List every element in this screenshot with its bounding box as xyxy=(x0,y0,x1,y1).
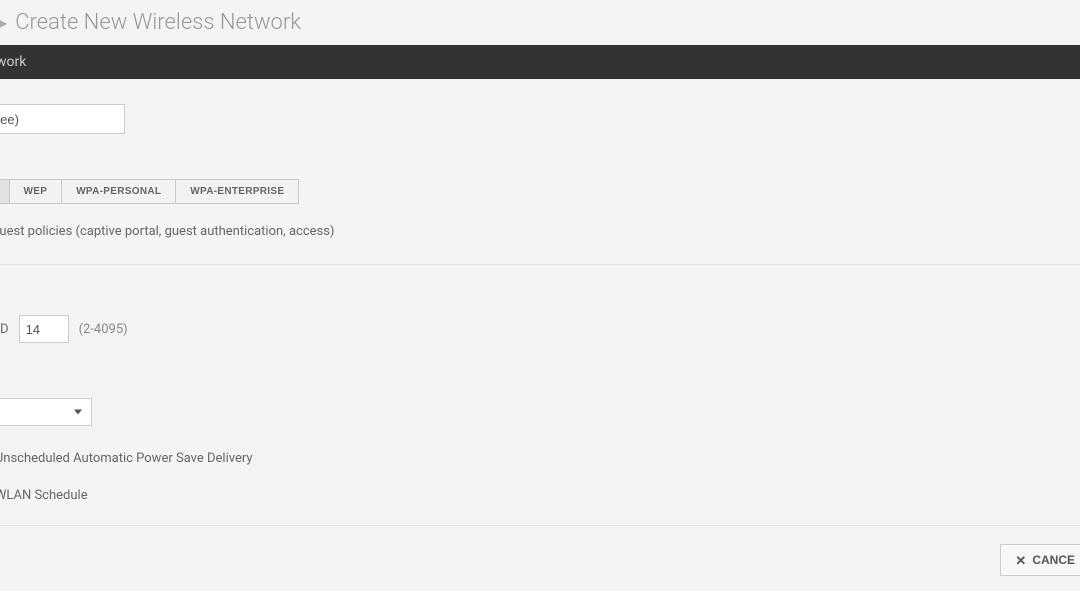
ssid-field-row xyxy=(0,104,1080,134)
security-tab-wpa-personal[interactable]: WPA-PERSONAL xyxy=(61,179,176,204)
vlan-id-input[interactable] xyxy=(19,315,69,343)
security-tabs: EN WEP WPA-PERSONAL WPA-ENTERPRISE xyxy=(0,179,299,204)
user-group-select[interactable]: ult xyxy=(0,398,92,426)
guest-policy-row: pply guest policies (captive portal, gue… xyxy=(0,224,1080,239)
vlan-range-hint: (2-4095) xyxy=(79,322,128,337)
chevron-right-icon: ▶ xyxy=(0,16,7,30)
guest-policy-label: pply guest policies (captive portal, gue… xyxy=(0,224,334,239)
vlan-label: e VLAN ID xyxy=(0,322,9,337)
footer-buttons: ✕ CANCE xyxy=(0,544,1080,576)
security-tab-wep[interactable]: WEP xyxy=(9,179,63,204)
divider xyxy=(0,264,1080,265)
section-header: Network xyxy=(0,45,1080,79)
breadcrumb: rks ▶ Create New Wireless Network xyxy=(0,0,1080,45)
wlan-schedule-option-label: nable WLAN Schedule xyxy=(0,488,1080,503)
breadcrumb-current: Create New Wireless Network xyxy=(15,10,301,35)
uapsd-option-label: nable Unscheduled Automatic Power Save D… xyxy=(0,451,1080,466)
footer-divider xyxy=(0,525,1080,526)
security-tab-wpa-enterprise[interactable]: WPA-ENTERPRISE xyxy=(175,179,299,204)
ssid-input[interactable] xyxy=(0,104,125,134)
close-icon: ✕ xyxy=(1015,554,1026,567)
vlan-row: e VLAN ID (2-4095) xyxy=(0,315,1080,343)
user-group-dropdown[interactable]: ult xyxy=(0,398,92,426)
cancel-button-label: CANCE xyxy=(1032,553,1075,567)
cancel-button[interactable]: ✕ CANCE xyxy=(1000,544,1080,576)
